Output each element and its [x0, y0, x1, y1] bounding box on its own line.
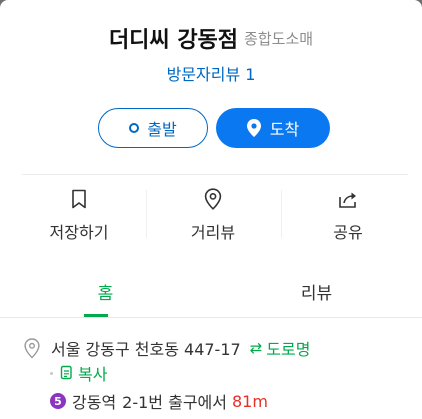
- copy-label: 복사: [78, 365, 108, 384]
- subway-distance: 81m: [232, 391, 268, 411]
- tab-divider: [0, 317, 422, 318]
- subway-exit: 2-1번 출구에서: [122, 393, 227, 412]
- map-pin-icon: [24, 337, 40, 358]
- place-name: 더디씨 강동점: [108, 28, 239, 53]
- save-action[interactable]: 저장하기: [14, 186, 144, 243]
- share-action[interactable]: 공유: [283, 186, 413, 243]
- street-view-label: 거리뷰: [190, 223, 236, 242]
- bullet-dot: [50, 371, 53, 375]
- road-name-toggle[interactable]: ⇄ 도로명: [250, 336, 311, 360]
- action-separator: [146, 190, 147, 238]
- copy-icon: [60, 365, 72, 380]
- arrive-button[interactable]: 도착: [216, 108, 330, 148]
- place-title: 더디씨 강동점 종합도소매: [0, 22, 422, 54]
- copy-address-button[interactable]: 복사: [50, 361, 107, 385]
- place-category: 종합도소매: [244, 29, 314, 48]
- bookmark-icon: [72, 189, 86, 209]
- road-name-label: 도로명: [266, 340, 311, 359]
- action-separator: [281, 190, 282, 238]
- swap-arrows-icon: ⇄: [249, 339, 263, 357]
- depart-label: 출발: [147, 120, 177, 139]
- street-view-action[interactable]: 거리뷰: [148, 186, 278, 243]
- share-icon: [339, 192, 356, 208]
- address-row: 서울 강동구 천호동 447-17 ⇄ 도로명: [22, 336, 412, 360]
- visitor-review-link[interactable]: 방문자리뷰 1: [0, 61, 422, 85]
- arrive-label: 도착: [269, 120, 300, 139]
- origin-dot-icon: [129, 123, 140, 133]
- address-text: 서울 강동구 천호동 447-17: [51, 340, 241, 359]
- tab-review[interactable]: 리뷰: [211, 264, 422, 318]
- divider: [22, 174, 408, 175]
- save-label: 저장하기: [49, 223, 109, 242]
- subway-info: 5 강동역 2-1번 출구에서 81m: [50, 389, 268, 413]
- subway-station: 강동역: [72, 393, 117, 412]
- depart-button[interactable]: 출발: [98, 108, 208, 148]
- subway-line-badge: 5: [50, 393, 66, 409]
- location-pin-icon: [246, 119, 261, 137]
- street-view-pin-icon: [204, 188, 222, 210]
- tab-home[interactable]: 홈: [0, 264, 211, 318]
- share-label: 공유: [333, 223, 363, 242]
